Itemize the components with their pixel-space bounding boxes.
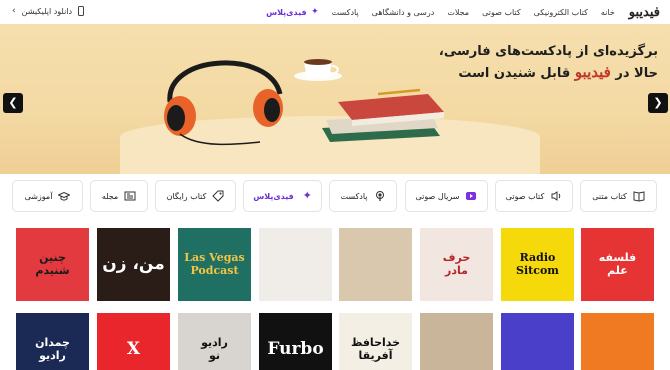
headphones-icon — [164, 60, 283, 146]
cover-tile[interactable] — [339, 228, 412, 301]
cover-grid: فلسفه علم Radio Sitcom حرف مادر Las Vegas P… — [0, 227, 670, 370]
tag-icon — [212, 190, 224, 202]
category-label: سریال صوتی — [415, 191, 460, 201]
cover-tile[interactable] — [420, 313, 493, 370]
phone-icon — [78, 6, 85, 16]
chevron-right-icon: ❯ — [653, 96, 663, 109]
cover-title — [420, 313, 493, 370]
category-text-books[interactable]: کتاب متنی — [580, 180, 657, 212]
book-icon — [633, 191, 645, 202]
plus-sparkle-icon: ✦ — [311, 7, 319, 17]
cover-tile[interactable]: من، زن — [97, 228, 170, 301]
play-series-icon — [466, 192, 477, 200]
cover-tile[interactable]: خداحافظ آفریقا — [339, 313, 412, 370]
category-fidiplus[interactable]: ✦ فیدی‌پلاس — [243, 180, 322, 212]
cover-title: رادیو نو — [201, 336, 228, 362]
app-download-link[interactable]: ‹ دانلود اپلیکیشن — [12, 6, 85, 16]
podcast-icon — [375, 191, 384, 201]
cover-title: Las Vegas Podcast — [184, 251, 245, 277]
chevron-left-icon: ‹ — [12, 6, 16, 16]
cover-title: فلسفه علم — [598, 251, 637, 277]
category-label: فیدی‌پلاس — [253, 191, 294, 201]
nav-home[interactable]: خانه — [601, 8, 615, 17]
nav-ebooks[interactable]: کتاب الکترونیکی — [534, 8, 588, 17]
cover-tile[interactable]: X — [97, 313, 170, 370]
cover-title — [259, 228, 332, 301]
plus-sparkle-icon: ✦ — [302, 189, 312, 202]
cover-title — [501, 313, 574, 370]
cover-tile[interactable] — [581, 313, 654, 370]
top-navbar: فیدیبو خانه کتاب الکترونیکی کتاب صوتی مج… — [0, 0, 670, 24]
cover-tile[interactable]: Las Vegas Podcast — [178, 228, 251, 301]
category-bar: کتاب متنی کتاب صوتی سریال صوتی پادکست ✦ … — [0, 180, 670, 214]
cover-title — [339, 228, 412, 301]
hero-line-2-post: قابل شنیدن است — [458, 66, 571, 81]
main-nav: خانه کتاب الکترونیکی کتاب صوتی مجلات درس… — [266, 8, 615, 17]
cover-tile[interactable]: Radio Sitcom — [501, 228, 574, 301]
cover-title: Furbo — [267, 339, 324, 360]
nav-academic[interactable]: درسی و دانشگاهی — [372, 8, 435, 17]
fidibo-logo[interactable]: فیدیبو — [629, 5, 660, 20]
cover-title: چنین شنیدم — [35, 251, 70, 277]
cover-title: چمدان رادیو — [35, 336, 70, 362]
cover-title: X — [126, 339, 141, 360]
cover-tile[interactable]: Furbo — [259, 313, 332, 370]
cover-title — [581, 313, 654, 370]
hero-line-1: برگزیده‌ای از پادکست‌های فارسی، — [438, 44, 658, 59]
cover-title: من، زن — [102, 254, 165, 275]
category-podcast[interactable]: پادکست — [329, 180, 397, 212]
hero-text: برگزیده‌ای از پادکست‌های فارسی، حالا در … — [420, 42, 670, 84]
cover-tile[interactable]: چنین شنیدم — [16, 228, 89, 301]
category-label: پادکست — [340, 191, 368, 201]
book-stack-icon — [322, 88, 444, 142]
nav-podcast[interactable]: پادکست — [332, 8, 359, 17]
cover-title: خداحافظ آفریقا — [350, 336, 401, 362]
category-audio-series[interactable]: سریال صوتی — [405, 180, 488, 212]
category-label: آموزشی — [24, 191, 53, 201]
category-magazine[interactable]: مجله — [90, 180, 148, 212]
coffee-cup-icon — [294, 59, 342, 81]
chevron-left-icon: ❮ — [8, 96, 18, 109]
cover-title: Radio Sitcom — [516, 251, 559, 277]
category-audiobooks[interactable]: کتاب صوتی — [495, 180, 573, 212]
category-label: مجله — [101, 191, 119, 201]
cover-title: حرف مادر — [442, 251, 471, 277]
carousel-prev-button[interactable]: ❮ — [3, 93, 23, 113]
nav-audiobooks[interactable]: کتاب صوتی — [482, 8, 521, 17]
category-label: کتاب صوتی — [505, 191, 545, 201]
speaker-icon — [551, 191, 561, 201]
category-educational[interactable]: آموزشی — [12, 180, 83, 212]
hero-line-2-pre: حالا در — [615, 66, 658, 81]
nav-fidiplus-label: فیدی‌پلاس — [266, 7, 307, 17]
category-label: کتاب رایگان — [166, 191, 207, 201]
cover-tile[interactable]: حرف مادر — [420, 228, 493, 301]
carousel-next-button[interactable]: ❯ — [648, 93, 668, 113]
nav-fidiplus[interactable]: ✦ فیدی‌پلاس — [266, 8, 319, 17]
hero-line-2: حالا در فیدیبو قابل شنیدن است — [420, 62, 658, 84]
cover-tile[interactable]: فلسفه علم — [581, 228, 654, 301]
category-free-books[interactable]: کتاب رایگان — [155, 180, 236, 212]
cover-tile[interactable]: رادیو نو — [178, 313, 251, 370]
cover-tile[interactable] — [501, 313, 574, 370]
newspaper-icon — [124, 191, 136, 201]
nav-magazines[interactable]: مجلات — [447, 8, 469, 17]
cover-tile[interactable]: چمدان رادیو — [16, 313, 89, 370]
graduation-cap-icon — [58, 191, 71, 201]
category-label: کتاب متنی — [592, 191, 627, 201]
cover-tile[interactable] — [259, 228, 332, 301]
app-download-label: دانلود اپلیکیشن — [21, 6, 73, 16]
hero-banner[interactable]: برگزیده‌ای از پادکست‌های فارسی، حالا در … — [0, 24, 670, 174]
hero-brand: فیدیبو — [574, 63, 611, 81]
